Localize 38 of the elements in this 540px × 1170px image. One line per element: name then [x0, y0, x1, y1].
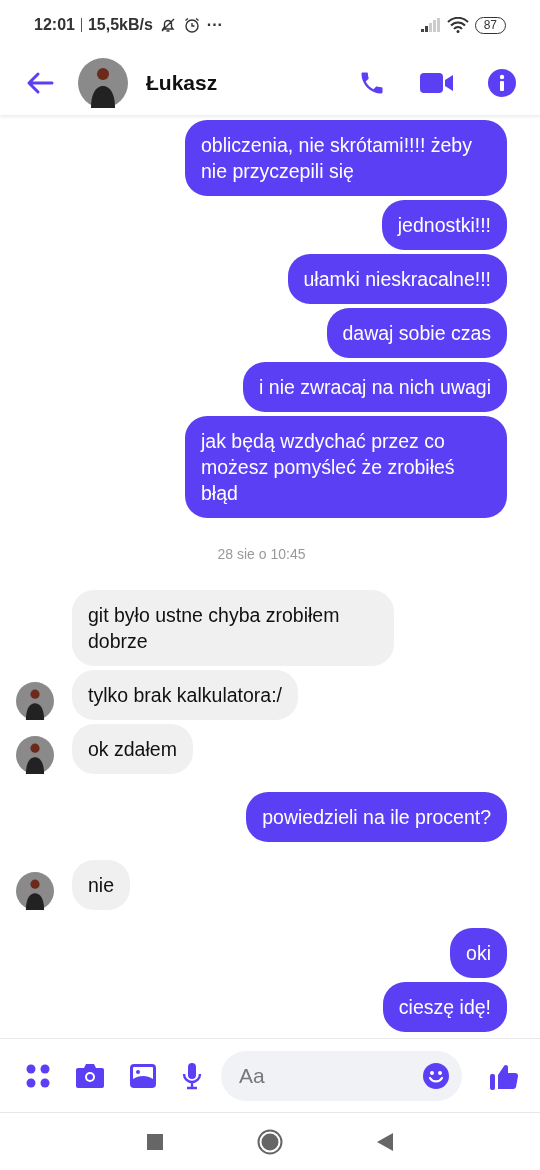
- emoji-icon[interactable]: [422, 1061, 450, 1090]
- avatar: [16, 872, 54, 910]
- signal-icon: [420, 18, 441, 32]
- received-message: git było ustne chyba zrobiłem dobrze: [72, 590, 394, 666]
- alarm-icon: [182, 16, 201, 34]
- clock: 12:01: [34, 16, 75, 34]
- sent-message: jednostki!!!: [381, 200, 507, 250]
- wifi-icon: [446, 17, 469, 33]
- received-message: ok zdałem: [72, 724, 193, 774]
- back-icon[interactable]: [377, 1132, 393, 1151]
- sent-message: cieszę idę!: [382, 982, 507, 1032]
- sent-message: jak będą wzdychać przez co możesz pomyśleć że zrobiłeś błąd: [185, 416, 507, 518]
- menu-dots-icon[interactable]: [25, 1062, 51, 1089]
- sent-message: i nie zwracaj na nich uwagi: [243, 362, 507, 412]
- received-message: tylko brak kalkulatora:/: [72, 670, 298, 720]
- timestamp: 28 sie o 10:45: [217, 546, 306, 562]
- avatar: [16, 736, 54, 774]
- sent-message: ułamki nieskracalne!!!: [287, 254, 507, 304]
- contact-name[interactable]: Łukasz: [146, 70, 218, 95]
- image-icon[interactable]: [129, 1062, 157, 1089]
- message-field[interactable]: Aa: [221, 1050, 462, 1101]
- more-notifications: ···: [206, 16, 223, 34]
- sent-message: powiedzieli na ile procent?: [246, 792, 507, 842]
- received-message: nie: [72, 860, 131, 910]
- avatar[interactable]: [78, 57, 128, 108]
- recents-icon[interactable]: [147, 1133, 163, 1150]
- message-input[interactable]: Aa: [237, 1062, 422, 1089]
- network-speed: 15,5kB/s: [87, 16, 153, 34]
- sent-message: obliczenia, nie skrótami!!!! żeby nie przyczepili się: [185, 120, 507, 196]
- sent-message: dawaj sobie czas: [326, 308, 507, 358]
- back-arrow-icon[interactable]: [26, 70, 54, 95]
- microphone-icon[interactable]: [181, 1061, 203, 1090]
- home-icon[interactable]: [257, 1128, 283, 1155]
- camera-icon[interactable]: [75, 1062, 105, 1089]
- video-camera-icon[interactable]: [420, 70, 454, 95]
- info-icon[interactable]: [488, 68, 516, 97]
- sent-message: oki: [450, 928, 507, 978]
- avatar: [16, 682, 54, 720]
